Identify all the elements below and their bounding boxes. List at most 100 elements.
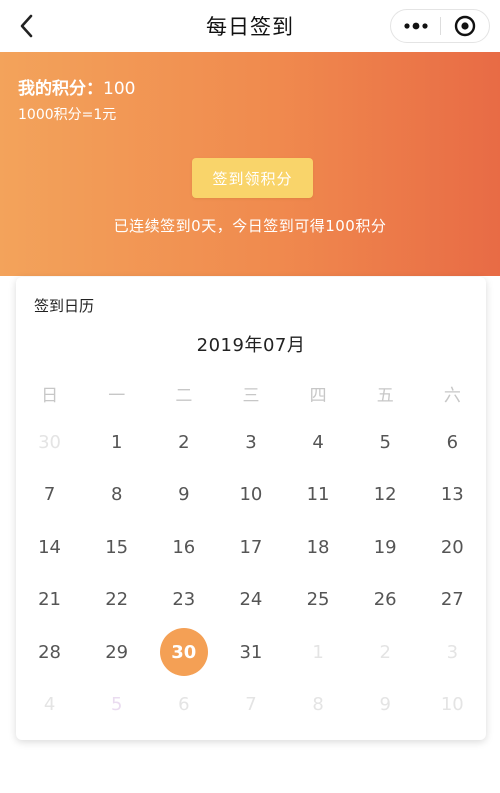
calendar-day-number: 1 <box>312 641 324 663</box>
calendar-day[interactable]: 10 <box>217 469 284 522</box>
calendar-day-number: 23 <box>172 589 196 611</box>
my-points: 我的积分：100 <box>18 74 135 99</box>
calendar-day-number: 22 <box>105 589 129 611</box>
exchange-rate: 1000积分=1元 <box>18 107 117 123</box>
calendar-day-number: 24 <box>239 589 263 611</box>
calendar-day-number: 6 <box>178 694 190 716</box>
calendar-day[interactable]: 8 <box>83 469 150 522</box>
calendar-day[interactable]: 17 <box>217 521 284 574</box>
streak-text: 已连续签到0天，今日签到可得100积分 <box>113 217 387 235</box>
calendar-day-number: 16 <box>172 536 196 558</box>
calendar-day[interactable]: 23 <box>150 574 217 627</box>
calendar-day-outside-month[interactable]: 9 <box>352 679 419 732</box>
weekday-label: 四 <box>309 386 327 406</box>
more-dots-icon <box>403 22 428 30</box>
points-banner: 我的积分：100 1000积分=1元 签到领积分 已连续签到0天，今日签到可得1… <box>0 52 500 276</box>
calendar-day[interactable]: 9 <box>150 469 217 522</box>
calendar-day-number: 10 <box>239 484 263 506</box>
calendar-day[interactable]: 27 <box>419 574 486 627</box>
calendar-grid: 30 1 2 3 4 5 6 7 8 9 10 11 12 13 14 15 16 17 18 19 20 21 22 23 2… <box>16 416 486 731</box>
calendar-day-number: 6 <box>446 431 459 453</box>
calendar-day-outside-month[interactable]: 30 <box>16 416 83 469</box>
calendar-day-today[interactable]: 30 <box>150 626 217 679</box>
calendar-day-number: 27 <box>440 589 464 611</box>
calendar-day-outside-month[interactable]: 5 <box>83 679 150 732</box>
calendar-day-number: 19 <box>373 536 397 558</box>
calendar-day[interactable]: 24 <box>217 574 284 627</box>
checkin-button[interactable]: 签到领积分 <box>192 158 313 198</box>
calendar-day-number: 25 <box>306 589 330 611</box>
calendar-day[interactable]: 13 <box>419 469 486 522</box>
more-button[interactable] <box>391 9 440 43</box>
calendar-day[interactable]: 2 <box>150 416 217 469</box>
checkin-calendar-card: 签到日历 2019年07月 日一二三四五六 30 1 2 3 4 5 6 7 8 9 10 11 12 1… <box>16 277 486 740</box>
calendar-day[interactable]: 6 <box>419 416 486 469</box>
menu-capsule <box>390 9 490 43</box>
calendar-day[interactable]: 21 <box>16 574 83 627</box>
calendar-day-number: 20 <box>440 536 464 558</box>
weekday-label: 一 <box>108 386 126 406</box>
calendar-day-number: 9 <box>379 694 391 716</box>
close-miniprogram-button[interactable] <box>441 9 489 43</box>
calendar-day-number: 4 <box>312 431 324 453</box>
calendar-day[interactable]: 22 <box>83 574 150 627</box>
calendar-day-number: 8 <box>312 694 324 716</box>
calendar-day-outside-month[interactable]: 8 <box>285 679 352 732</box>
calendar-day[interactable]: 31 <box>217 626 284 679</box>
navbar: 每日签到 <box>0 0 500 52</box>
calendar-day[interactable]: 29 <box>83 626 150 679</box>
weekday-label: 三 <box>242 386 260 406</box>
calendar-day-number: 30 <box>38 431 62 453</box>
weekday-label: 五 <box>376 386 394 406</box>
calendar-day-outside-month[interactable]: 3 <box>419 626 486 679</box>
calendar-day[interactable]: 14 <box>16 521 83 574</box>
calendar-day[interactable]: 18 <box>285 521 352 574</box>
calendar-day-number: 14 <box>38 536 62 558</box>
calendar-day-number: 9 <box>178 484 190 506</box>
calendar-day-number: 28 <box>38 641 62 663</box>
calendar-day-number: 3 <box>245 431 257 453</box>
calendar-day-number: 7 <box>43 484 56 506</box>
calendar-day[interactable]: 1 <box>83 416 150 469</box>
calendar-day[interactable]: 19 <box>352 521 419 574</box>
calendar-day[interactable]: 20 <box>419 521 486 574</box>
calendar-day[interactable]: 26 <box>352 574 419 627</box>
calendar-day[interactable]: 4 <box>285 416 352 469</box>
weekday-header: 日一二三四五六 <box>16 381 486 406</box>
calendar-day-number: 8 <box>110 484 123 506</box>
calendar-day[interactable]: 11 <box>285 469 352 522</box>
calendar-day-number: 2 <box>178 431 190 453</box>
calendar-day-outside-month[interactable]: 2 <box>352 626 419 679</box>
calendar-day[interactable]: 28 <box>16 626 83 679</box>
calendar-day-number: 15 <box>105 536 129 558</box>
calendar-day-number: 18 <box>306 536 330 558</box>
target-icon <box>454 15 476 37</box>
calendar-day-outside-month[interactable]: 4 <box>16 679 83 732</box>
calendar-day-outside-month[interactable]: 10 <box>419 679 486 732</box>
calendar-day-number: 30 <box>159 628 208 677</box>
calendar-title: 签到日历 <box>34 297 95 315</box>
calendar-day-number: 12 <box>373 484 397 506</box>
calendar-day-outside-month[interactable]: 1 <box>285 626 352 679</box>
calendar-day[interactable]: 7 <box>16 469 83 522</box>
calendar-day-number: 3 <box>446 641 459 663</box>
calendar-day-number: 26 <box>373 589 397 611</box>
calendar-day[interactable]: 15 <box>83 521 150 574</box>
calendar-day-outside-month[interactable]: 6 <box>150 679 217 732</box>
weekday-label: 二 <box>175 386 193 406</box>
calendar-day-number: 29 <box>105 641 129 663</box>
weekday-label: 日 <box>41 386 59 406</box>
calendar-day-number: 5 <box>110 694 123 716</box>
back-button[interactable] <box>14 12 42 40</box>
calendar-day[interactable]: 25 <box>285 574 352 627</box>
calendar-day-outside-month[interactable]: 7 <box>217 679 284 732</box>
calendar-day-number: 10 <box>440 694 464 716</box>
calendar-day-number: 1 <box>110 431 123 453</box>
calendar-day[interactable]: 3 <box>217 416 284 469</box>
calendar-day[interactable]: 16 <box>150 521 217 574</box>
calendar-day-number: 5 <box>379 431 391 453</box>
page-title: 每日签到 <box>206 15 294 39</box>
calendar-day[interactable]: 5 <box>352 416 419 469</box>
calendar-day[interactable]: 12 <box>352 469 419 522</box>
calendar-day-number: 13 <box>440 484 464 506</box>
